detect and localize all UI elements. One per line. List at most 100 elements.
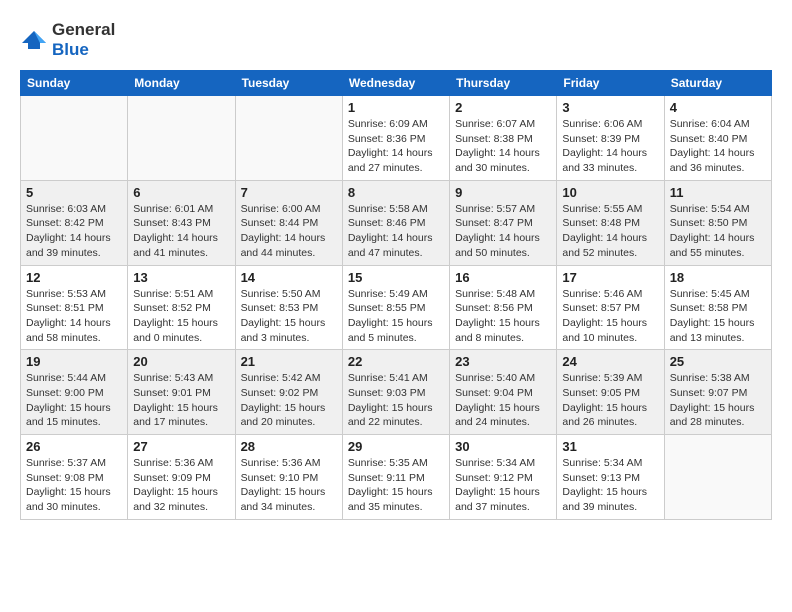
weekday-header-row: SundayMondayTuesdayWednesdayThursdayFrid…: [21, 71, 772, 96]
calendar-cell: 7 Sunrise: 6:00 AM Sunset: 8:44 PM Daylig…: [235, 180, 342, 265]
calendar-cell: 30 Sunrise: 5:34 AM Sunset: 9:12 PM Dayli…: [450, 435, 557, 520]
day-number: 4: [670, 100, 766, 115]
calendar-cell: 17 Sunrise: 5:46 AM Sunset: 8:57 PM Dayli…: [557, 265, 664, 350]
calendar-cell: 8Sunrise: 5:58 AM Sunset: 8:46 PM Daylig…: [342, 180, 449, 265]
day-number: 19: [26, 354, 122, 369]
day-number: 15: [348, 270, 444, 285]
day-number: 27: [133, 439, 229, 454]
day-info: Sunrise: 5:54 AM Sunset: 8:50 PM Dayligh…: [670, 202, 766, 261]
day-number: 3: [562, 100, 658, 115]
weekday-header-wednesday: Wednesday: [342, 71, 449, 96]
day-number: 31: [562, 439, 658, 454]
day-info: Sunrise: 5:50 AM Sunset: 8:53 PM Dayligh…: [241, 287, 337, 346]
logo-general: General: [52, 20, 115, 39]
calendar-cell: 13Sunrise: 5:51 AM Sunset: 8:52 PM Dayli…: [128, 265, 235, 350]
day-number: 8: [348, 185, 444, 200]
calendar-cell: 28 Sunrise: 5:36 AM Sunset: 9:10 PM Dayli…: [235, 435, 342, 520]
calendar-cell: 21 Sunrise: 5:42 AM Sunset: 9:02 PM Dayli…: [235, 350, 342, 435]
calendar-cell: 20 Sunrise: 5:43 AM Sunset: 9:01 PM Dayli…: [128, 350, 235, 435]
logo-blue: Blue: [52, 40, 89, 59]
calendar-cell: 2 Sunrise: 6:07 AM Sunset: 8:38 PM Daylig…: [450, 96, 557, 181]
calendar-cell: 11 Sunrise: 5:54 AM Sunset: 8:50 PM Dayli…: [664, 180, 771, 265]
calendar-cell: 1Sunrise: 6:09 AM Sunset: 8:36 PM Daylig…: [342, 96, 449, 181]
day-number: 22: [348, 354, 444, 369]
calendar-cell: 27 Sunrise: 5:36 AM Sunset: 9:09 PM Dayli…: [128, 435, 235, 520]
day-info: Sunrise: 5:44 AM Sunset: 9:00 PM Dayligh…: [26, 371, 122, 430]
calendar-cell: 23 Sunrise: 5:40 AM Sunset: 9:04 PM Dayli…: [450, 350, 557, 435]
calendar-week-row: 12 Sunrise: 5:53 AM Sunset: 8:51 PM Dayli…: [21, 265, 772, 350]
day-info: Sunrise: 6:07 AM Sunset: 8:38 PM Dayligh…: [455, 117, 551, 176]
weekday-header-friday: Friday: [557, 71, 664, 96]
day-info: Sunrise: 5:42 AM Sunset: 9:02 PM Dayligh…: [241, 371, 337, 430]
calendar-week-row: 1Sunrise: 6:09 AM Sunset: 8:36 PM Daylig…: [21, 96, 772, 181]
day-number: 28: [241, 439, 337, 454]
day-number: 7: [241, 185, 337, 200]
weekday-header-thursday: Thursday: [450, 71, 557, 96]
weekday-header-sunday: Sunday: [21, 71, 128, 96]
day-info: Sunrise: 6:00 AM Sunset: 8:44 PM Dayligh…: [241, 202, 337, 261]
day-number: 10: [562, 185, 658, 200]
day-info: Sunrise: 5:48 AM Sunset: 8:56 PM Dayligh…: [455, 287, 551, 346]
day-info: Sunrise: 5:55 AM Sunset: 8:48 PM Dayligh…: [562, 202, 658, 261]
weekday-header-monday: Monday: [128, 71, 235, 96]
day-number: 16: [455, 270, 551, 285]
day-number: 26: [26, 439, 122, 454]
day-info: Sunrise: 6:06 AM Sunset: 8:39 PM Dayligh…: [562, 117, 658, 176]
day-number: 1: [348, 100, 444, 115]
calendar-cell: 4 Sunrise: 6:04 AM Sunset: 8:40 PM Daylig…: [664, 96, 771, 181]
calendar-cell: 16 Sunrise: 5:48 AM Sunset: 8:56 PM Dayli…: [450, 265, 557, 350]
logo-icon: [20, 29, 48, 51]
calendar-cell: 31Sunrise: 5:34 AM Sunset: 9:13 PM Dayli…: [557, 435, 664, 520]
day-number: 29: [348, 439, 444, 454]
day-number: 13: [133, 270, 229, 285]
day-number: 23: [455, 354, 551, 369]
day-number: 30: [455, 439, 551, 454]
day-number: 17: [562, 270, 658, 285]
calendar-cell: 15Sunrise: 5:49 AM Sunset: 8:55 PM Dayli…: [342, 265, 449, 350]
day-info: Sunrise: 5:39 AM Sunset: 9:05 PM Dayligh…: [562, 371, 658, 430]
day-info: Sunrise: 5:38 AM Sunset: 9:07 PM Dayligh…: [670, 371, 766, 430]
calendar-cell: 9Sunrise: 5:57 AM Sunset: 8:47 PM Daylig…: [450, 180, 557, 265]
page-header: General Blue: [20, 20, 772, 60]
day-number: 25: [670, 354, 766, 369]
day-info: Sunrise: 6:04 AM Sunset: 8:40 PM Dayligh…: [670, 117, 766, 176]
day-info: Sunrise: 6:03 AM Sunset: 8:42 PM Dayligh…: [26, 202, 122, 261]
weekday-header-tuesday: Tuesday: [235, 71, 342, 96]
day-info: Sunrise: 5:53 AM Sunset: 8:51 PM Dayligh…: [26, 287, 122, 346]
day-info: Sunrise: 5:34 AM Sunset: 9:12 PM Dayligh…: [455, 456, 551, 515]
calendar-cell: [235, 96, 342, 181]
day-info: Sunrise: 5:57 AM Sunset: 8:47 PM Dayligh…: [455, 202, 551, 261]
day-number: 24: [562, 354, 658, 369]
day-info: Sunrise: 5:43 AM Sunset: 9:01 PM Dayligh…: [133, 371, 229, 430]
calendar-cell: 14 Sunrise: 5:50 AM Sunset: 8:53 PM Dayli…: [235, 265, 342, 350]
calendar-cell: 6 Sunrise: 6:01 AM Sunset: 8:43 PM Daylig…: [128, 180, 235, 265]
day-info: Sunrise: 6:01 AM Sunset: 8:43 PM Dayligh…: [133, 202, 229, 261]
day-info: Sunrise: 5:35 AM Sunset: 9:11 PM Dayligh…: [348, 456, 444, 515]
calendar-week-row: 19 Sunrise: 5:44 AM Sunset: 9:00 PM Dayli…: [21, 350, 772, 435]
calendar-table: SundayMondayTuesdayWednesdayThursdayFrid…: [20, 70, 772, 520]
day-number: 6: [133, 185, 229, 200]
calendar-cell: 26 Sunrise: 5:37 AM Sunset: 9:08 PM Dayli…: [21, 435, 128, 520]
calendar-week-row: 26 Sunrise: 5:37 AM Sunset: 9:08 PM Dayli…: [21, 435, 772, 520]
calendar-cell: [664, 435, 771, 520]
day-number: 20: [133, 354, 229, 369]
day-number: 18: [670, 270, 766, 285]
day-number: 11: [670, 185, 766, 200]
calendar-cell: 24 Sunrise: 5:39 AM Sunset: 9:05 PM Dayli…: [557, 350, 664, 435]
day-info: Sunrise: 5:37 AM Sunset: 9:08 PM Dayligh…: [26, 456, 122, 515]
day-number: 14: [241, 270, 337, 285]
calendar-cell: 3 Sunrise: 6:06 AM Sunset: 8:39 PM Daylig…: [557, 96, 664, 181]
day-number: 12: [26, 270, 122, 285]
day-number: 2: [455, 100, 551, 115]
calendar-week-row: 5Sunrise: 6:03 AM Sunset: 8:42 PM Daylig…: [21, 180, 772, 265]
calendar-cell: 22Sunrise: 5:41 AM Sunset: 9:03 PM Dayli…: [342, 350, 449, 435]
weekday-header-saturday: Saturday: [664, 71, 771, 96]
calendar-cell: [21, 96, 128, 181]
calendar-cell: 10 Sunrise: 5:55 AM Sunset: 8:48 PM Dayli…: [557, 180, 664, 265]
day-info: Sunrise: 5:40 AM Sunset: 9:04 PM Dayligh…: [455, 371, 551, 430]
day-number: 21: [241, 354, 337, 369]
calendar-cell: 5Sunrise: 6:03 AM Sunset: 8:42 PM Daylig…: [21, 180, 128, 265]
day-info: Sunrise: 5:36 AM Sunset: 9:10 PM Dayligh…: [241, 456, 337, 515]
day-info: Sunrise: 5:46 AM Sunset: 8:57 PM Dayligh…: [562, 287, 658, 346]
day-info: Sunrise: 5:36 AM Sunset: 9:09 PM Dayligh…: [133, 456, 229, 515]
